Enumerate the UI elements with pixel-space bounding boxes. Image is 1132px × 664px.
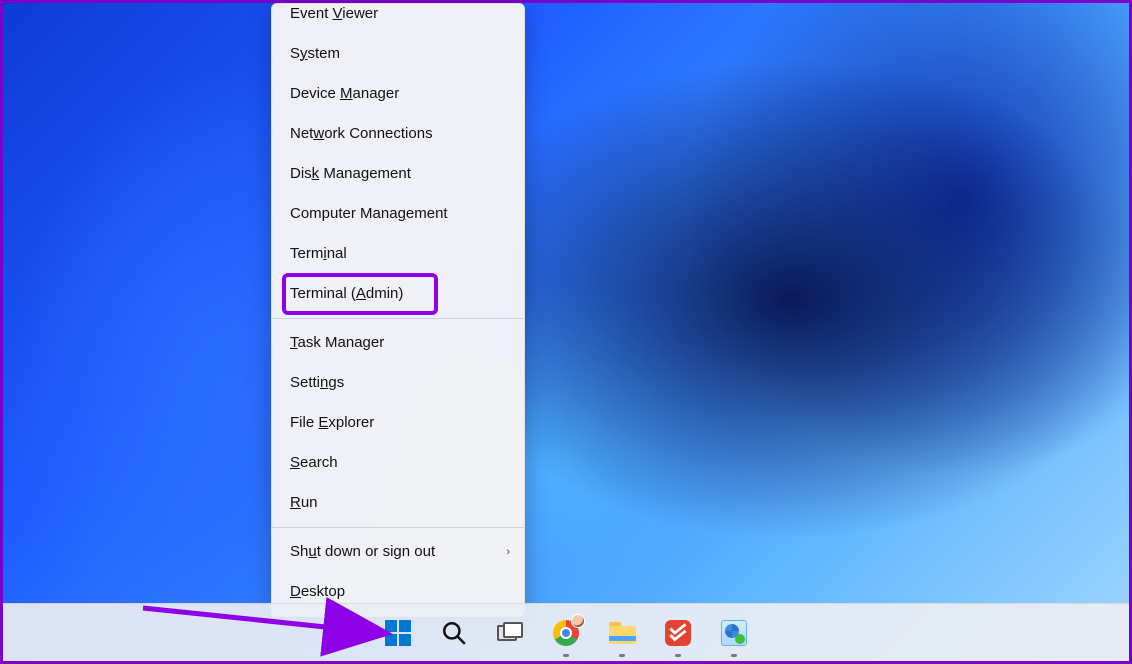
menu-item-label: Task Manager xyxy=(290,333,384,353)
menu-item-label: Terminal (Admin) xyxy=(290,284,403,304)
file-explorer-icon[interactable] xyxy=(601,612,643,654)
menu-event-viewer[interactable]: Event Viewer xyxy=(272,4,524,34)
menu-item-label: Event Viewer xyxy=(290,4,378,24)
control-panel-icon[interactable] xyxy=(713,612,755,654)
menu-item-label: Terminal xyxy=(290,244,347,264)
todoist-icon[interactable] xyxy=(657,612,699,654)
folder-icon xyxy=(609,622,636,644)
menu-search[interactable]: Search xyxy=(272,443,524,483)
menu-task-manager[interactable]: Task Manager xyxy=(272,323,524,363)
search-icon xyxy=(441,620,467,646)
menu-network-connections[interactable]: Network Connections xyxy=(272,114,524,154)
menu-shutdown-signout[interactable]: Shut down or sign out › xyxy=(272,532,524,572)
menu-item-label: Device Manager xyxy=(290,84,399,104)
menu-computer-management[interactable]: Computer Management xyxy=(272,194,524,234)
menu-item-label: Network Connections xyxy=(290,124,433,144)
task-view-button[interactable] xyxy=(489,612,531,654)
task-view-icon xyxy=(497,622,523,644)
menu-item-label: Desktop xyxy=(290,582,345,602)
chrome-icon[interactable] xyxy=(545,612,587,654)
todoist-icon-glyph xyxy=(665,620,691,646)
menu-disk-management[interactable]: Disk Management xyxy=(272,154,524,194)
start-button[interactable] xyxy=(377,612,419,654)
menu-item-label: File Explorer xyxy=(290,413,374,433)
menu-run[interactable]: Run xyxy=(272,483,524,523)
menu-item-label: System xyxy=(290,44,340,64)
menu-terminal-admin[interactable]: Terminal (Admin) xyxy=(272,274,524,314)
menu-separator xyxy=(272,318,524,319)
windows-logo-icon xyxy=(385,620,411,646)
search-button[interactable] xyxy=(433,612,475,654)
menu-item-label: Run xyxy=(290,493,318,513)
control-panel-icon-glyph xyxy=(721,620,747,646)
winx-context-menu[interactable]: Event Viewer System Device Manager Network … xyxy=(271,3,525,617)
menu-settings[interactable]: Settings xyxy=(272,363,524,403)
menu-file-explorer[interactable]: File Explorer xyxy=(272,403,524,443)
menu-item-label: Search xyxy=(290,453,338,473)
taskbar xyxy=(3,603,1129,661)
menu-system[interactable]: System xyxy=(272,34,524,74)
menu-item-label: Disk Management xyxy=(290,164,411,184)
menu-item-label: Settings xyxy=(290,373,344,393)
menu-item-label: Computer Management xyxy=(290,204,448,224)
chevron-right-icon: › xyxy=(506,542,510,562)
menu-terminal[interactable]: Terminal xyxy=(272,234,524,274)
profile-avatar-badge xyxy=(571,614,585,628)
menu-separator xyxy=(272,527,524,528)
desktop-wallpaper xyxy=(3,3,1129,661)
menu-device-manager[interactable]: Device Manager xyxy=(272,74,524,114)
menu-item-label: Shut down or sign out xyxy=(290,542,435,562)
